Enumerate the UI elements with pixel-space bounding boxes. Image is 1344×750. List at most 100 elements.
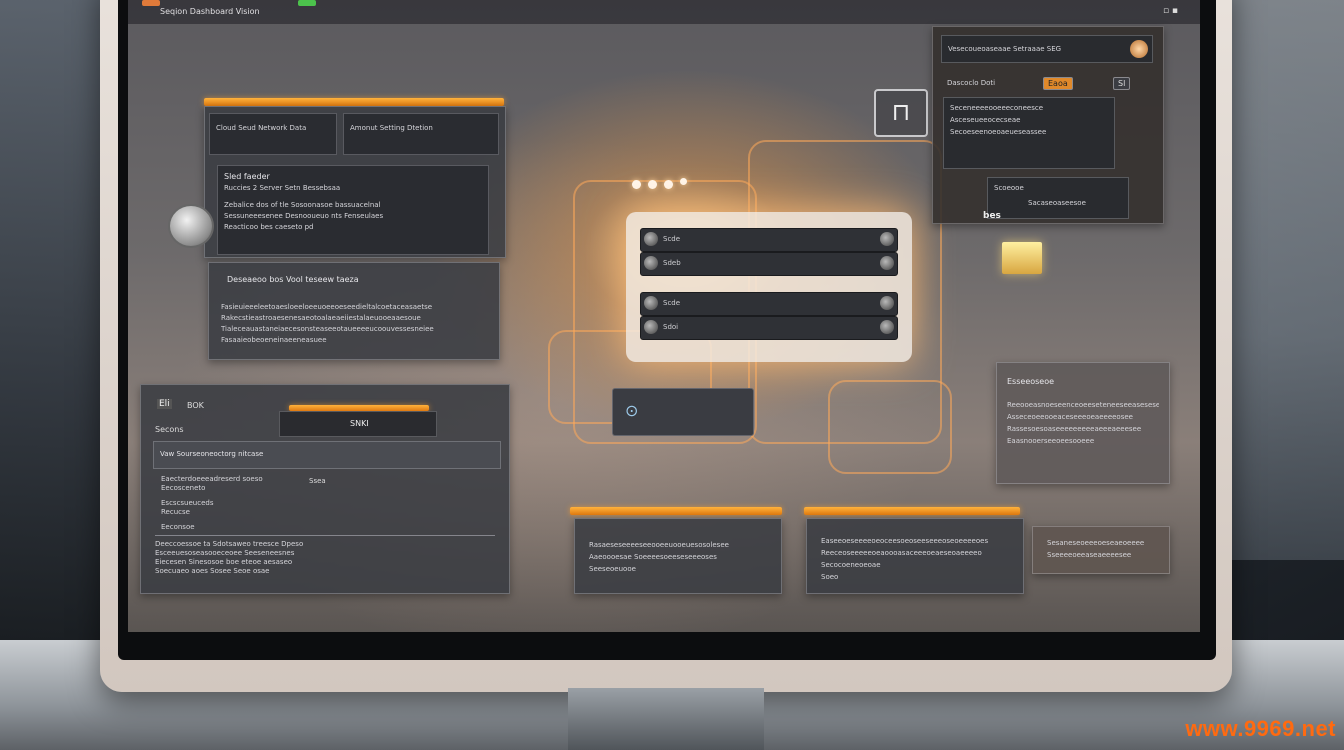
app-icon[interactable]: ⊓ <box>874 89 928 137</box>
window-close-icon[interactable]: ▫ ▪ <box>1163 6 1178 16</box>
indicator-dot <box>680 178 687 185</box>
text-line: Aaeoooesae Soeeeesoeeseseeeoses <box>589 553 717 561</box>
panel-heading: Esseeoseoe <box>1007 377 1055 386</box>
top-right-panel: Vesecoueoaseaae Setraaae SEG Dascoclo Do… <box>932 26 1164 224</box>
search-bar-text: Vaw Sourseoneoctorg nitcase <box>160 450 264 458</box>
indicator-dot <box>632 180 641 189</box>
bottom-card[interactable]: Sesaneseoeeeoeseaeoeeee Sseeeeoeeaseaeee… <box>1032 526 1170 574</box>
text-line: Rakecstieastroaesenesaeotoalaeaeiiestala… <box>221 314 421 322</box>
detail-footer: Deeccoessoe ta Sdotsaweo treesce Dpeso E… <box>155 535 495 576</box>
left-mid-panel: Deseaeoo bos Vool teseew taeza Fasieuiee… <box>208 262 500 360</box>
play-icon: ⊙ <box>625 401 639 420</box>
text-line: Zebalice dos of tle Sosoonasoe bassuacel… <box>224 201 381 209</box>
text-line: Rassesoesoaseeeeeeeeeaeeeaeeesee <box>1007 425 1142 433</box>
text-line: Secoeseenoeoaeueseassee <box>950 128 1047 136</box>
list-item: Eiecesen Sinesosoe boe eteoe aesaseo <box>155 558 293 566</box>
list-item: Eaecterdoeeeadreserd soeso <box>161 475 263 483</box>
input-field-value: SNKI <box>350 419 369 428</box>
input-field[interactable]: SNKI <box>279 411 437 437</box>
indicator-dot <box>664 180 673 189</box>
top-bar: Seqion Dashboard Vision ▫ ▪ <box>128 0 1200 24</box>
card-accent-bar <box>804 507 1020 515</box>
text-line: Reeooeasnoeseenceoeeseteneeseeaseseseo <box>1007 401 1159 409</box>
list-item: Escscsueuceds <box>161 499 214 507</box>
background-room-left <box>0 0 110 640</box>
panel-accent-bar <box>204 98 504 106</box>
text-line: Asceseueeocecseae <box>950 116 1021 124</box>
toggle-icon[interactable] <box>1130 40 1148 58</box>
slot-label: Sdoi <box>663 323 679 331</box>
slot-label: Scde <box>663 235 681 243</box>
footer-box: Scoeooe Sacaseoaseesoe <box>987 177 1129 219</box>
badge-secondary[interactable]: Sl <box>1113 77 1131 90</box>
center-control-widget: Scde Sdeb Scde Sdoi <box>626 212 912 362</box>
text-line: Reeceoseeeeeoeaoooasaceeeoeaeseoaeeeeo <box>821 549 982 557</box>
slot-knob-icon <box>644 256 658 270</box>
card-accent-bar <box>570 507 782 515</box>
list-item: Soecuaeo aoes Sosee Seoe osae <box>155 567 270 575</box>
text-line: Soeo <box>821 573 839 581</box>
folder-icon[interactable] <box>1002 242 1042 274</box>
panel-heading: Deseaeoo bos Vool teseew taeza <box>227 275 359 284</box>
panel-tag-2: BOK <box>187 401 204 410</box>
text-line: Sessuneeesenee Desnooueuo nts Fenseulaes <box>224 212 384 220</box>
text-line: Seeseoeuooe <box>589 565 636 573</box>
section-subtitle: Ruccies 2 Server Setn Bessebsaa <box>224 184 341 192</box>
bottom-card[interactable]: Rasaeseseeeeseeooeeuooeuesosolesee Aaeoo… <box>574 518 782 594</box>
slot-knob-icon <box>880 256 894 270</box>
status-text: Ssea <box>309 477 326 485</box>
right-mid-panel: Esseeoseoe Reeooeasnoeseenceoeeseteneese… <box>996 362 1170 484</box>
bottom-card[interactable]: Easeeoeseeeeoeoceesoeoseeseeeoseoeeeeoes… <box>806 518 1024 594</box>
list-item: Deeccoessoe ta Sdotsaweo treesce Dpeso <box>155 540 304 548</box>
slot-row[interactable]: Sdoi <box>640 316 898 340</box>
app-title: Seqion Dashboard Vision <box>160 7 260 16</box>
list-item: Esceeuesoseasooeceoee Seeseneesnes <box>155 549 295 557</box>
text-line: Fasaaieobeoeneinaeeneasuee <box>221 336 327 344</box>
monitor-stand <box>568 688 764 750</box>
text-line: Eaasnooerseeoeesooeee <box>1007 437 1095 445</box>
text-line: Easeeoeseeeeoeoceesoeoseeseeeoseoeeeeoes <box>821 537 989 545</box>
list-item: Eecosceneto <box>161 484 206 492</box>
background-window <box>1224 0 1344 560</box>
slot-row[interactable]: Scde <box>640 228 898 252</box>
panel-label: Secons <box>155 425 184 434</box>
watermark: www.9969.net <box>1185 716 1336 741</box>
slot-row[interactable]: Sdeb <box>640 252 898 276</box>
footer-text: Scoeooe <box>994 184 1024 192</box>
panel-header: Vesecoueoaseaae Setraaae SEG <box>941 35 1153 63</box>
slot-knob-icon <box>880 296 894 310</box>
panel-subtitle: Dascoclo Doti <box>947 79 996 87</box>
text-line: Tialeceauastaneiaecesonsteaseeotaueeeeuc… <box>221 325 434 333</box>
slot-label: Scde <box>663 299 681 307</box>
tab-b-label: Amonut Setting Dtetion <box>350 124 433 132</box>
text-line: Sesaneseoeeeoeseaeoeeee <box>1047 539 1145 547</box>
slot-knob-icon <box>880 320 894 334</box>
window-control-icon[interactable] <box>142 0 160 6</box>
tab-a-label: Cloud Seud Network Data <box>216 124 307 132</box>
status-badge[interactable]: Eaoa <box>1043 77 1073 90</box>
slot-row[interactable]: Scde <box>640 292 898 316</box>
content-box: Sled faeder Ruccies 2 Server Setn Besseb… <box>217 165 489 255</box>
indicator-dot <box>648 180 657 189</box>
text-line: Asseceoeeooeaceseeeoeaeeeeosee <box>1007 413 1133 421</box>
search-bar[interactable]: Vaw Sourseoneoctorg nitcase <box>153 441 501 469</box>
slot-knob-icon <box>644 296 658 310</box>
list-item: Recucse <box>161 508 190 516</box>
text-line: Fasieuieeeleetoaesloeeloeeuoeeoeseedielt… <box>221 303 433 311</box>
slot-knob-icon <box>644 232 658 246</box>
media-button[interactable]: ⊙ <box>612 388 754 436</box>
tab-a[interactable]: Cloud Seud Network Data <box>209 113 337 155</box>
left-top-panel: Cloud Seud Network Data Amonut Setting D… <box>204 106 506 258</box>
footer-text: Sacaseoaseesoe <box>1028 199 1086 207</box>
tab-b[interactable]: Amonut Setting Dtetion <box>343 113 499 155</box>
footer-label: bes <box>983 211 1001 221</box>
circuit-line <box>828 380 952 474</box>
panel-tag: Eli <box>157 399 172 409</box>
status-indicator-icon <box>298 0 316 6</box>
slot-knob-icon <box>644 320 658 334</box>
slot-label: Sdeb <box>663 259 681 267</box>
panel-header-text: Vesecoueoaseaae Setraaae SEG <box>948 45 1062 53</box>
text-line: Seceneeeeooeeeconeesce <box>950 104 1044 112</box>
monitor-screen: Seqion Dashboard Vision ▫ ▪ Cloud Seud N… <box>128 0 1200 632</box>
rotary-knob[interactable] <box>168 204 214 248</box>
